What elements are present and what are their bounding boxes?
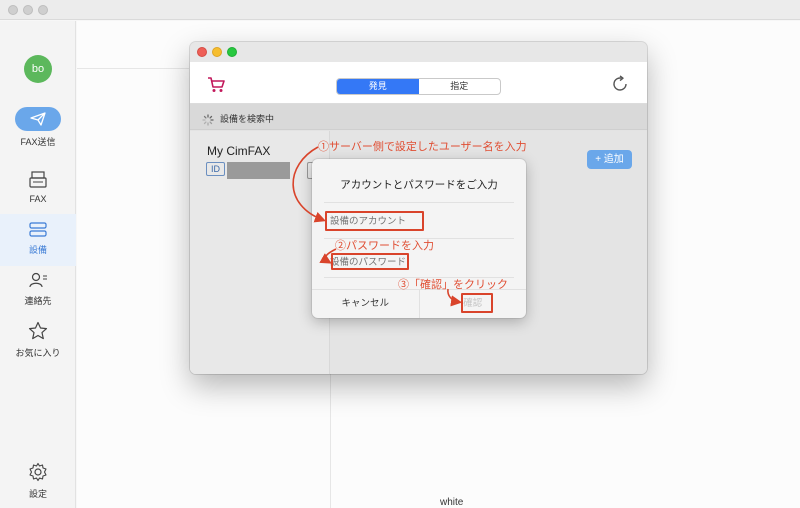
sidebar-item-device[interactable]: 設備 [0, 214, 76, 266]
sidebar-item-label: FAX送信 [20, 137, 56, 147]
annotation-highlight-account [325, 211, 424, 231]
fax-machine-icon [0, 171, 76, 191]
sidebar-item-label: お気に入り [15, 348, 61, 358]
sidebar-item-contacts[interactable]: 連絡先 [0, 271, 76, 307]
annotation-step-3: ③「確認」をクリック [398, 279, 508, 291]
main-titlebar [0, 0, 800, 20]
sidebar-item-label: 設備 [28, 245, 47, 255]
discovery-mode-segmented-control: 発見 指定 [336, 78, 501, 95]
dialog-titlebar [190, 42, 647, 62]
sidebar-item-fax-send[interactable]: FAX送信 [0, 107, 76, 148]
dialog-close-button[interactable] [197, 47, 207, 57]
divider [330, 374, 331, 508]
device-id-redacted [227, 162, 290, 179]
sidebar-item-fax[interactable]: FAX [0, 171, 76, 204]
refresh-icon[interactable] [611, 75, 629, 97]
contacts-icon [0, 271, 76, 291]
window-zoom-button[interactable] [38, 5, 48, 15]
searching-text: 設備を検索中 [220, 114, 275, 124]
gear-icon [0, 462, 76, 484]
sidebar: bo FAX送信 FAX 設備 連絡先 お気に入り 設定 [0, 21, 76, 508]
annotation-highlight-password [331, 253, 409, 270]
sidebar-item-favorites[interactable]: お気に入り [0, 321, 76, 359]
sidebar-item-label: 連絡先 [24, 296, 52, 306]
dialog-toolbar: 発見 指定 [190, 62, 647, 104]
sheet-title: アカウントとパスワードをご入力 [340, 179, 498, 191]
tab-specify[interactable]: 指定 [419, 79, 501, 94]
window-minimize-button[interactable] [23, 5, 33, 15]
searching-status-bar: 設備を検索中 [190, 104, 647, 130]
annotation-step-2: ②パスワードを入力 [335, 240, 434, 252]
device-name: My CimFAX [207, 144, 271, 158]
spinner-icon [202, 111, 214, 130]
sidebar-item-label: 設定 [28, 489, 47, 499]
add-device-button[interactable]: + 追加 [587, 150, 632, 169]
dialog-minimize-button[interactable] [212, 47, 222, 57]
annotation-highlight-confirm [461, 293, 493, 313]
cancel-button[interactable]: キャンセル [312, 290, 419, 318]
background-text: white [440, 497, 464, 508]
star-icon [0, 321, 76, 343]
device-icon [0, 222, 76, 240]
annotation-step-1: ①サーバー側で設定したユーザー名を入力 [318, 141, 527, 153]
divider [324, 202, 514, 203]
sidebar-item-label: FAX [29, 194, 47, 204]
window-close-button[interactable] [8, 5, 18, 15]
device-id-tag: ID [206, 162, 225, 176]
dialog-zoom-button[interactable] [227, 47, 237, 57]
paper-plane-icon [15, 107, 61, 131]
avatar[interactable]: bo [24, 55, 52, 83]
sidebar-item-settings[interactable]: 設定 [0, 462, 76, 500]
cart-icon[interactable] [207, 77, 225, 97]
sheet-button-row: キャンセル 確認 [312, 289, 526, 318]
tab-discover[interactable]: 発見 [337, 79, 419, 94]
divider [77, 68, 189, 69]
